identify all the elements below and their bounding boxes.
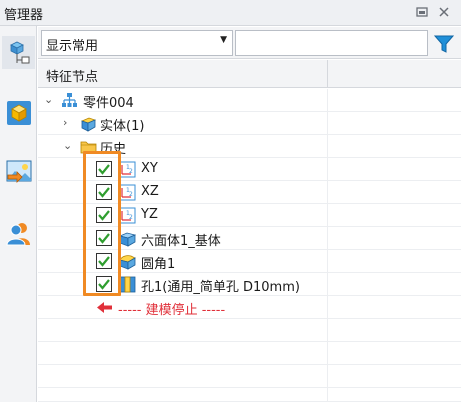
checkmark-icon [98,233,110,244]
stop-marker-label: ----- 建模停止 ----- [118,303,226,318]
checkmark-icon [98,210,110,221]
feature-label: 六面体1_基体 [141,234,221,249]
feature-label: XZ [141,184,159,199]
hole-icon [119,276,136,293]
feature-tree-icon [9,41,29,63]
cube-tab-icon [6,100,31,125]
tree-row-root[interactable]: ⌄ 零件004 [38,89,461,112]
column-header-feature-node: 特征节点 [46,70,99,85]
svg-text:2: 2 [129,191,133,198]
column-divider[interactable] [327,60,328,88]
visibility-checkbox[interactable] [96,207,112,223]
tree-row-empty [38,365,461,388]
checkmark-icon [98,187,110,198]
tree-row-history[interactable]: ⌄ 历史 [38,135,461,158]
visibility-checkbox[interactable] [96,184,112,200]
tab-users[interactable] [2,216,35,249]
feature-label: 圆角1 [141,257,176,272]
assembly-tree-icon [62,93,77,107]
search-input[interactable] [235,30,428,56]
solid-label: 实体(1) [100,119,145,134]
datum-plane-icon: 1 2 [119,184,136,201]
datum-plane-icon: 1 2 [119,161,136,178]
checkmark-icon [98,279,110,290]
panel-title: 管理器 [4,8,44,23]
folder-icon [80,141,97,154]
scene-tab-icon [6,160,31,183]
display-filter-value: 显示常用 [46,39,99,54]
tree-header: 特征节点 [38,60,461,88]
tree-row-empty [38,342,461,365]
tree-row-feature[interactable]: 1 2 YZ [38,204,461,227]
visibility-checkbox[interactable] [96,161,112,177]
restore-icon[interactable] [414,4,430,20]
box-icon [119,232,136,247]
close-icon[interactable] [436,4,452,20]
visibility-checkbox[interactable] [96,276,112,292]
feature-tree: 特征节点 ⌄ 零件004 › 实体(1) ⌄ 历史 1 2 XY 1 2 XZ … [38,60,461,402]
filter-button[interactable] [431,31,457,57]
left-tab-bar [0,26,37,402]
tab-feature-tree[interactable] [2,36,35,69]
display-filter-select[interactable]: 显示常用 ▼ [41,30,233,56]
filter-toolbar: 显示常用 ▼ [38,27,461,59]
tab-parts[interactable] [2,96,35,129]
tree-row-feature[interactable]: 圆角1 [38,250,461,273]
red-arrow-left-icon[interactable] [96,299,113,316]
tree-row-feature[interactable]: 六面体1_基体 [38,227,461,250]
tree-row-feature[interactable]: 1 2 XY [38,158,461,181]
checkmark-icon [98,256,110,267]
tree-row-stop-marker[interactable]: ----- 建模停止 ----- [38,296,461,319]
tree-row-feature[interactable]: 1 2 XZ [38,181,461,204]
svg-text:2: 2 [129,168,133,175]
history-label: 历史 [100,142,127,157]
user-tab-icon [5,222,30,245]
feature-label: XY [141,161,158,176]
funnel-icon [433,35,455,53]
panel-titlebar: 管理器 [0,0,461,26]
svg-text:2: 2 [129,214,133,221]
checkmark-icon [98,164,110,175]
collapse-chevron-icon[interactable]: ⌄ [44,93,53,106]
dropdown-arrow-icon: ▼ [220,35,227,45]
feature-label: 孔1(通用_简单孔 D10mm) [141,280,300,295]
root-part-label: 零件004 [83,96,134,111]
tree-row-empty [38,319,461,342]
tab-scenes[interactable] [2,156,35,189]
expand-chevron-icon[interactable]: › [63,116,67,129]
visibility-checkbox[interactable] [96,253,112,269]
tree-row-empty [38,388,461,402]
collapse-chevron-icon[interactable]: ⌄ [63,139,72,152]
fillet-icon [119,255,136,270]
tree-row-solid[interactable]: › 实体(1) [38,112,461,135]
feature-label: YZ [141,207,158,222]
tree-row-feature[interactable]: 孔1(通用_简单孔 D10mm) [38,273,461,296]
visibility-checkbox[interactable] [96,230,112,246]
solid-body-icon [80,117,97,132]
datum-plane-icon: 1 2 [119,207,136,224]
